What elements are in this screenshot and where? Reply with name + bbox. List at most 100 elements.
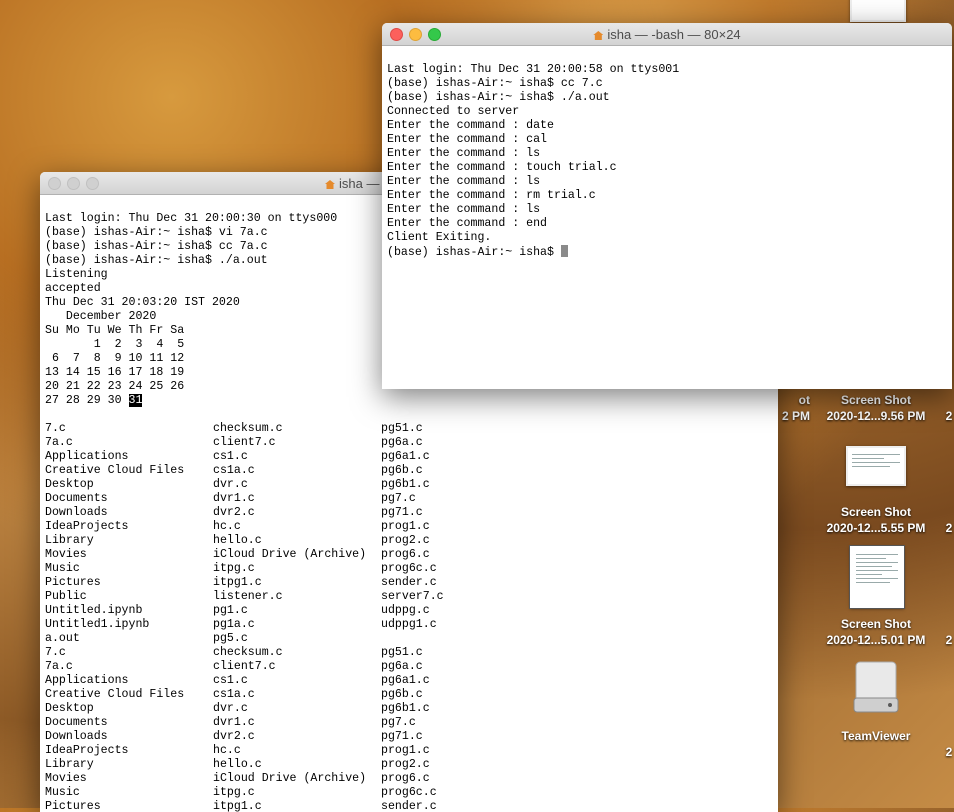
terminal-line: Enter the command : ls [387, 203, 541, 216]
desktop-right-partial-1: 2 [945, 409, 953, 423]
ls-entry: hc.c [213, 520, 241, 533]
ls-entry: 7a.c [45, 436, 73, 449]
terminal-line: Client Exiting. [387, 231, 492, 244]
ls-entry: Desktop [45, 702, 94, 715]
ls-entry: pg1.c [213, 604, 248, 617]
screenshot-1-date: 2020-12...9.56 PM [826, 409, 926, 423]
ls-entry: Music [45, 562, 80, 575]
ls-entry: a.out [45, 632, 80, 645]
ls-entry: pg6a.c [381, 436, 423, 449]
ls-entry: 7.c [45, 422, 66, 435]
ls-entry: 7a.c [45, 660, 73, 673]
ls-entry: Library [45, 758, 94, 771]
window-title-back-text: isha — [339, 176, 380, 191]
minimize-button-inactive[interactable] [67, 177, 80, 190]
ls-entry: pg6b1.c [381, 702, 430, 715]
ls-entry: sender.c [381, 800, 437, 812]
screenshot-3-thumbnail[interactable] [849, 545, 905, 609]
text-cursor [560, 245, 568, 257]
terminal-line: Enter the command : ls [387, 147, 541, 160]
desktop-screenshot-2[interactable]: Screen Shot 2020-12...5.55 PM [816, 504, 936, 536]
terminal-window-front[interactable]: isha — -bash — 80×24 Last login: Thu Dec… [382, 23, 952, 389]
desktop-drive-label[interactable]: TeamViewer [816, 728, 936, 744]
ls-entry: server7.c [381, 590, 444, 603]
window-title-front-text: isha — -bash — 80×24 [607, 27, 741, 42]
ls-entry: Documents [45, 492, 108, 505]
terminal-line: Enter the command : rm trial.c [387, 189, 596, 202]
ls-entry: Library [45, 534, 94, 547]
ls-entry: pg5.c [213, 632, 248, 645]
screenshot-2-date: 2020-12...5.55 PM [826, 521, 926, 535]
ls-entry: sender.c [381, 576, 437, 589]
desktop-screenshot-1[interactable]: Screen Shot 2020-12...9.56 PM [816, 392, 936, 424]
ls-entry [381, 632, 549, 646]
ls-entry: cs1.c [213, 674, 248, 687]
calendar-today-highlight: 31 [128, 394, 143, 407]
desktop-right-partial-2: 2 [945, 521, 953, 535]
titlebar-front[interactable]: isha — -bash — 80×24 [382, 23, 952, 46]
terminal-line: (base) ishas-Air:~ isha$ ./a.out [387, 91, 610, 104]
ls-entry: dvr.c [213, 478, 248, 491]
external-drive-icon[interactable] [850, 660, 902, 714]
calendar-last-week: 27 28 29 30 31 [45, 394, 773, 408]
ls-entry: pg7.c [381, 716, 416, 729]
ls-entry: Downloads [45, 730, 108, 743]
ls-entry: cs1.c [213, 450, 248, 463]
ls-entry: itpg1.c [213, 800, 262, 812]
desktop-top-thumbnail[interactable] [850, 0, 906, 22]
ls-entry: prog6c.c [381, 562, 437, 575]
calendar-last-week-days: 27 28 29 30 [45, 394, 129, 407]
shell-prompt: (base) ishas-Air:~ isha$ [387, 246, 561, 259]
ls-entry: pg7.c [381, 492, 416, 505]
ls-entry: Creative Cloud Files [45, 464, 185, 477]
terminal-line: Enter the command : end [387, 217, 548, 230]
ls-entry: client7.c [213, 660, 276, 673]
screenshot-3-date: 2020-12...5.01 PM [826, 633, 926, 647]
ls-entry: prog6.c [381, 548, 430, 561]
ls-entry: prog1.c [381, 744, 430, 757]
screenshot-1-name: Screen Shot [840, 393, 912, 407]
ls-entry: Untitled.ipynb [45, 604, 143, 617]
ls-entry: checksum.c [213, 646, 283, 659]
ls-entry: prog6c.c [381, 786, 437, 799]
desktop-right-partial-3: 2 [945, 633, 953, 647]
ls-entry: dvr2.c [213, 730, 255, 743]
ls-listing-1: 7.c checksum.c pg51.c 7a.c client7.c pg6a.c Ap… [45, 422, 773, 646]
ls-entry: cs1a.c [213, 464, 255, 477]
home-icon [593, 31, 604, 40]
ls-entry: itpg1.c [213, 576, 262, 589]
desktop-screenshot-3[interactable]: Screen Shot 2020-12...5.01 PM [816, 616, 936, 648]
ls-entry: Applications [45, 450, 129, 463]
zoom-button-inactive[interactable] [86, 177, 99, 190]
home-icon [325, 180, 335, 189]
ls-entry: IdeaProjects [45, 520, 129, 533]
ls-entry: Untitled1.ipynb [45, 618, 150, 631]
ls-entry: pg71.c [381, 730, 423, 743]
ls-entry: prog2.c [381, 758, 430, 771]
ls-entry: Documents [45, 716, 108, 729]
ls-entry: pg6a1.c [381, 450, 430, 463]
terminal-line: Enter the command : ls [387, 175, 541, 188]
ls-entry: udppg.c [381, 604, 430, 617]
ls-entry: prog2.c [381, 534, 430, 547]
ls-entry: IdeaProjects [45, 744, 129, 757]
terminal-line: (base) ishas-Air:~ isha$ cc 7.c [387, 77, 603, 90]
ls-entry: dvr1.c [213, 492, 255, 505]
ls-entry: pg6b.c [381, 464, 423, 477]
ls-entry: Creative Cloud Files [45, 688, 185, 701]
close-button-inactive[interactable] [48, 177, 61, 190]
prompt-line[interactable]: (base) ishas-Air:~ isha$ [387, 245, 947, 260]
window-title-front: isha — -bash — 80×24 [382, 27, 952, 42]
ls-entry: pg6b1.c [381, 478, 430, 491]
ls-entry: hc.c [213, 744, 241, 757]
ls-entry: iCloud Drive (Archive) [213, 772, 367, 785]
screenshot-2-thumbnail[interactable] [846, 446, 906, 486]
terminal-line: Enter the command : touch trial.c [387, 161, 617, 174]
ls-entry: iCloud Drive (Archive) [213, 548, 367, 561]
ls-entry: listener.c [213, 590, 283, 603]
ls-entry: prog6.c [381, 772, 430, 785]
ls-entry: Movies [45, 772, 87, 785]
screenshot-3-name: Screen Shot [840, 617, 912, 631]
terminal-output-front[interactable]: Last login: Thu Dec 31 20:00:58 on ttys0… [382, 46, 952, 291]
